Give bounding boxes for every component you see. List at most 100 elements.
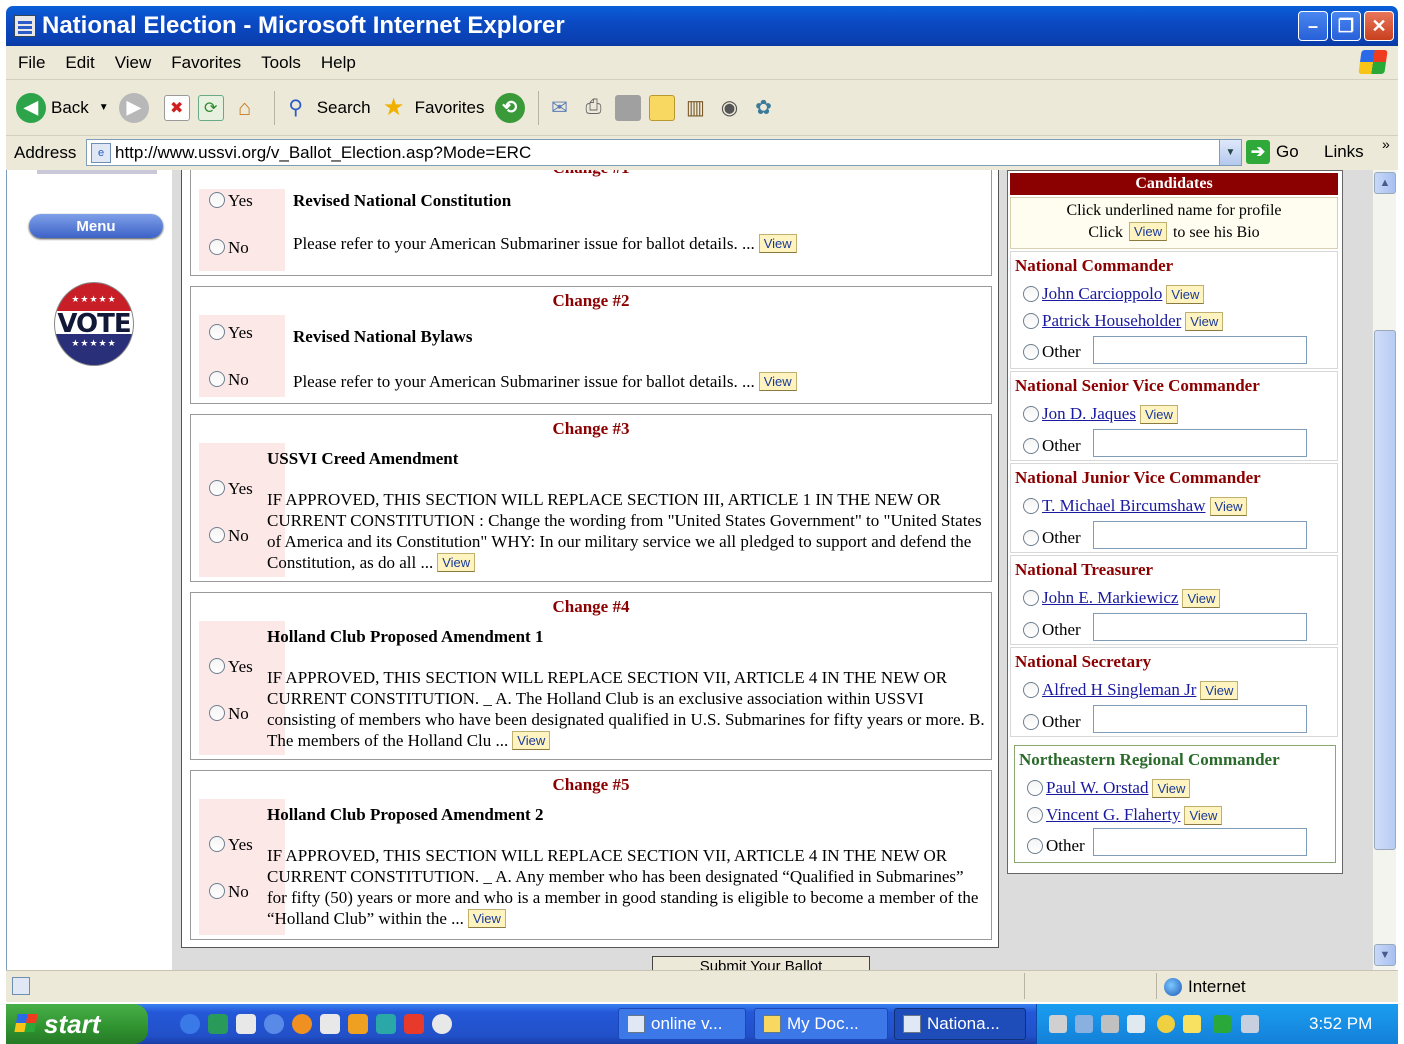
change-1-view-button[interactable]: View [758, 234, 797, 253]
tray-icon[interactable] [1049, 1015, 1067, 1033]
favorites-button[interactable]: ★ Favorites [381, 94, 485, 121]
quicklaunch-icon[interactable] [292, 1014, 312, 1034]
scroll-thumb[interactable] [1374, 330, 1396, 850]
candidate-profile-link[interactable]: Alfred H Singleman Jr [1042, 680, 1196, 700]
change-4-yes-radio[interactable]: Yes [209, 657, 253, 677]
mail-icon[interactable]: ✉ [547, 95, 573, 121]
other-write-in-input[interactable] [1093, 429, 1307, 457]
folder-icon[interactable] [648, 94, 675, 121]
candidate-radio[interactable] [1023, 682, 1039, 698]
minimize-button[interactable]: – [1298, 11, 1328, 41]
tray-icon[interactable] [1101, 1015, 1119, 1033]
signal-icon[interactable] [1213, 1015, 1231, 1033]
back-dropdown-icon[interactable]: ▼ [99, 102, 109, 113]
change-1-no-radio[interactable]: No [209, 238, 249, 258]
other-radio[interactable] [1023, 530, 1039, 546]
other-write-in-input[interactable] [1093, 828, 1307, 856]
change-3-yes-radio[interactable]: Yes [209, 479, 253, 499]
print-icon[interactable]: ⎙ [581, 95, 607, 121]
quicklaunch-icon[interactable] [208, 1014, 228, 1034]
home-icon[interactable]: ⌂ [232, 95, 258, 121]
forward-button[interactable]: ▶ [118, 92, 154, 123]
scroll-up-icon[interactable]: ▲ [1374, 172, 1396, 194]
quicklaunch-icon[interactable] [404, 1014, 424, 1034]
stop-icon[interactable]: ✖ [163, 94, 190, 121]
refresh-icon[interactable]: ⟳ [197, 94, 224, 121]
taskbar-task[interactable]: online v... [618, 1008, 746, 1040]
other-radio[interactable] [1023, 714, 1039, 730]
change-2-view-button[interactable]: View [758, 372, 797, 391]
candidate-profile-link[interactable]: John Carcioppolo [1042, 284, 1162, 304]
other-radio[interactable] [1023, 438, 1039, 454]
tray-icon[interactable] [1157, 1015, 1175, 1033]
menu-edit[interactable]: Edit [65, 53, 94, 73]
candidate-profile-link[interactable]: Patrick Householder [1042, 311, 1181, 331]
start-button[interactable]: start [6, 1004, 148, 1044]
menu-favorites[interactable]: Favorites [171, 53, 241, 73]
menu-tools[interactable]: Tools [261, 53, 301, 73]
change-5-view-button[interactable]: View [467, 909, 506, 928]
candidate-radio[interactable] [1023, 406, 1039, 422]
other-write-in-input[interactable] [1093, 613, 1307, 641]
candidate-bio-view-button[interactable]: View [1139, 404, 1178, 424]
tray-icon[interactable] [1127, 1015, 1145, 1033]
change-4-no-radio[interactable]: No [209, 704, 249, 724]
candidate-bio-view-button[interactable]: View [1200, 680, 1239, 700]
candidate-profile-link[interactable]: Paul W. Orstad [1046, 778, 1148, 798]
go-button[interactable]: ➔ Go [1246, 140, 1299, 164]
menu-view[interactable]: View [115, 53, 152, 73]
candidate-bio-view-button[interactable]: View [1182, 588, 1221, 608]
vertical-scrollbar[interactable]: ▲ ▼ [1372, 170, 1396, 970]
candidate-profile-link[interactable]: Jon D. Jaques [1042, 404, 1136, 424]
links-chevron-icon[interactable]: » [1382, 136, 1390, 152]
change-2-yes-radio[interactable]: Yes [209, 323, 253, 343]
close-button[interactable]: ✕ [1364, 11, 1394, 41]
change-2-no-radio[interactable]: No [209, 370, 249, 390]
candidate-bio-view-button[interactable]: View [1209, 496, 1248, 516]
change-3-view-button[interactable]: View [437, 553, 476, 572]
tray-icon[interactable] [1183, 1015, 1201, 1033]
change-5-no-radio[interactable]: No [209, 882, 249, 902]
candidate-radio[interactable] [1027, 780, 1043, 796]
taskbar-task[interactable]: My Doc... [754, 1008, 888, 1040]
search-button[interactable]: ⚲ Search [283, 95, 370, 121]
address-input[interactable]: e http://www.ussvi.org/v_Ballot_Election… [86, 139, 1242, 166]
address-dropdown-icon[interactable]: ▼ [1219, 140, 1241, 165]
discuss-icon[interactable]: ✿ [751, 95, 777, 121]
candidate-bio-view-button[interactable]: View [1185, 311, 1224, 331]
other-write-in-input[interactable] [1093, 521, 1307, 549]
taskbar-task-active[interactable]: Nationa... [894, 1008, 1026, 1040]
candidate-radio[interactable] [1023, 313, 1039, 329]
candidate-profile-link[interactable]: Vincent G. Flaherty [1046, 805, 1180, 825]
quicklaunch-icon[interactable] [376, 1014, 396, 1034]
candidate-profile-link[interactable]: T. Michael Bircumshaw [1042, 496, 1206, 516]
candidate-profile-link[interactable]: John E. Markiewicz [1042, 588, 1178, 608]
restore-button[interactable]: ❐ [1331, 11, 1361, 41]
change-5-yes-radio[interactable]: Yes [209, 835, 253, 855]
candidate-bio-view-button[interactable]: View [1152, 778, 1191, 798]
quicklaunch-icon[interactable] [320, 1014, 340, 1034]
edit-icon[interactable] [614, 94, 641, 121]
other-radio[interactable] [1023, 622, 1039, 638]
tray-icon[interactable] [1241, 1015, 1259, 1033]
candidate-radio[interactable] [1027, 807, 1043, 823]
candidate-bio-view-button[interactable]: View [1184, 805, 1223, 825]
candidate-radio[interactable] [1023, 498, 1039, 514]
back-button[interactable]: ◀ Back ▼ [16, 92, 109, 123]
candidate-radio[interactable] [1023, 286, 1039, 302]
quicklaunch-icon[interactable] [348, 1014, 368, 1034]
menu-help[interactable]: Help [321, 53, 356, 73]
change-1-yes-radio[interactable]: Yes [209, 191, 253, 211]
research-icon[interactable]: ▥ [683, 95, 709, 121]
change-3-no-radio[interactable]: No [209, 526, 249, 546]
change-4-view-button[interactable]: View [512, 731, 551, 750]
other-write-in-input[interactable] [1093, 705, 1307, 733]
menu-button[interactable]: Menu [29, 214, 163, 238]
history-icon[interactable]: ⟲ [494, 92, 525, 123]
other-radio[interactable] [1027, 838, 1043, 854]
submit-ballot-button[interactable]: Submit Your Ballot [652, 956, 870, 970]
candidate-radio[interactable] [1023, 590, 1039, 606]
scroll-down-icon[interactable]: ▼ [1374, 944, 1396, 966]
other-radio[interactable] [1023, 344, 1039, 360]
candidate-bio-view-button[interactable]: View [1166, 284, 1205, 304]
